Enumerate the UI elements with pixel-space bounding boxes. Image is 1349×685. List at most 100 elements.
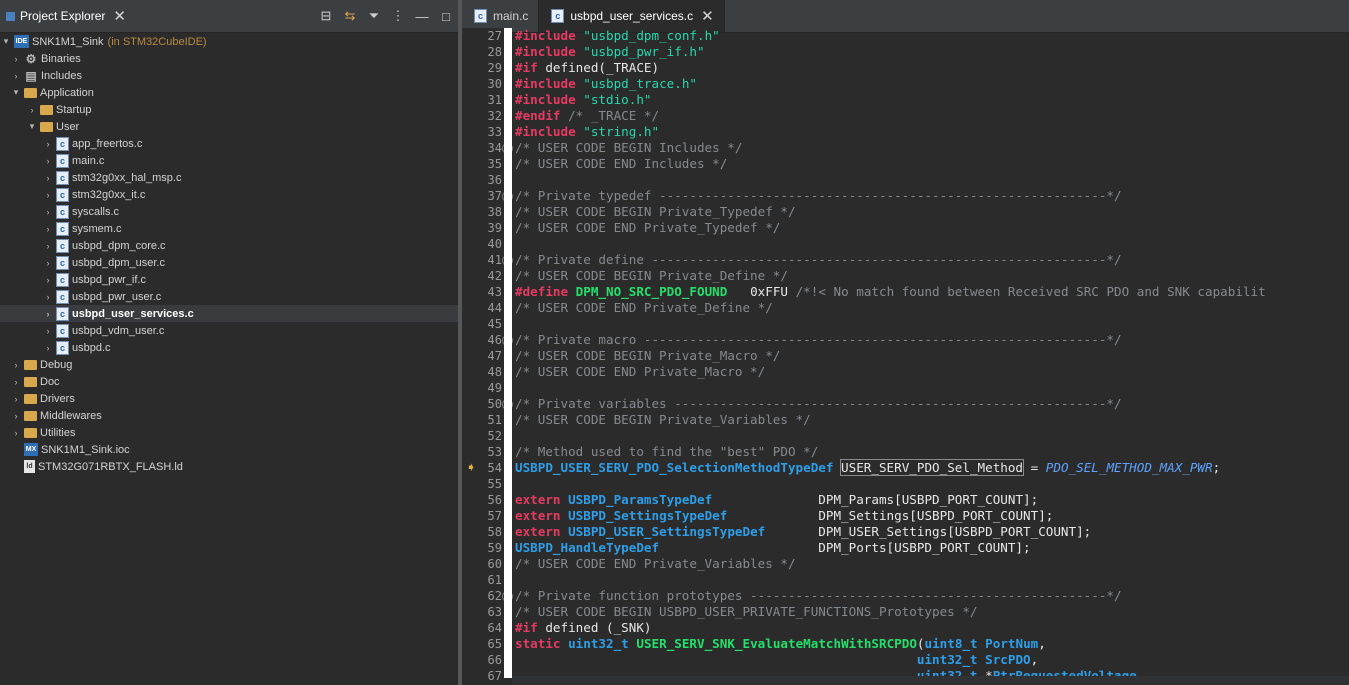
- tree-item-file[interactable]: › c usbpd_pwr_if.c: [0, 271, 458, 288]
- tree-item-label: SNK1M1_Sink: [32, 35, 104, 48]
- chevron-right-icon[interactable]: ›: [10, 428, 22, 438]
- chevron-right-icon[interactable]: ›: [42, 309, 54, 319]
- collapse-all-icon[interactable]: ⊟: [318, 8, 334, 24]
- horizontal-scrollbar[interactable]: [512, 676, 1349, 685]
- chevron-right-icon[interactable]: ›: [42, 139, 54, 149]
- code-line: /* USER CODE END Includes */: [515, 156, 1349, 172]
- tree-item-file[interactable]: › c usbpd_vdm_user.c: [0, 322, 458, 339]
- link-editor-icon[interactable]: ⇆: [342, 8, 358, 24]
- close-icon[interactable]: ✕: [701, 7, 714, 25]
- c-file-icon: c: [56, 306, 69, 321]
- line-number: 57: [487, 509, 502, 523]
- code-token: /* USER CODE BEGIN Includes */: [515, 140, 743, 155]
- line-number: 67: [487, 669, 502, 683]
- filter-icon[interactable]: ⏷: [366, 8, 382, 24]
- line-number: 66: [487, 653, 502, 667]
- code-token: ,: [1038, 636, 1046, 651]
- tree-item-file[interactable]: › c usbpd_pwr_user.c: [0, 288, 458, 305]
- chevron-right-icon[interactable]: ›: [42, 292, 54, 302]
- chevron-right-icon[interactable]: ›: [42, 156, 54, 166]
- chevron-right-icon[interactable]: ›: [42, 241, 54, 251]
- line-number: 61: [487, 573, 502, 587]
- line-number: 60: [487, 557, 502, 571]
- tree-item-file[interactable]: › c usbpd_dpm_core.c: [0, 237, 458, 254]
- chevron-down-icon[interactable]: ▾: [0, 36, 12, 47]
- tree-item-file[interactable]: › c usbpd.c: [0, 339, 458, 356]
- tree-item-label: Application: [40, 86, 94, 99]
- minimize-icon[interactable]: —: [414, 8, 430, 24]
- chevron-right-icon[interactable]: ›: [10, 54, 22, 64]
- code-token: #if: [515, 60, 538, 75]
- chevron-right-icon[interactable]: ›: [42, 343, 54, 353]
- tree-item-doc[interactable]: › Doc: [0, 373, 458, 390]
- chevron-right-icon[interactable]: ›: [42, 207, 54, 217]
- tree-item-debug[interactable]: › Debug: [0, 356, 458, 373]
- includes-icon: ▤: [25, 68, 37, 83]
- code-line: /* USER CODE BEGIN USBPD_USER_PRIVATE_FU…: [515, 604, 1349, 620]
- code-area[interactable]: #include "usbpd_dpm_conf.h" #include "usb…: [515, 28, 1349, 678]
- tree-item-file[interactable]: › c app_freertos.c: [0, 135, 458, 152]
- tree-item-file[interactable]: › c sysmem.c: [0, 220, 458, 237]
- chevron-right-icon[interactable]: ›: [26, 105, 38, 115]
- chevron-down-icon[interactable]: ▾: [10, 87, 22, 98]
- chevron-right-icon[interactable]: ›: [42, 190, 54, 200]
- tree-item-file[interactable]: › c stm32g0xx_it.c: [0, 186, 458, 203]
- chevron-right-icon[interactable]: ›: [42, 326, 54, 336]
- code-line: #endif /* _TRACE */: [515, 108, 1349, 124]
- tree-item-drivers[interactable]: › Drivers: [0, 390, 458, 407]
- tree-item-file[interactable]: › c stm32g0xx_hal_msp.c: [0, 169, 458, 186]
- tree-item-utilities[interactable]: › Utilities: [0, 424, 458, 441]
- c-file-icon: c: [551, 9, 565, 23]
- c-file-icon: c: [56, 323, 69, 338]
- tree-item-includes[interactable]: › ▤ Includes: [0, 67, 458, 84]
- tree-item-file[interactable]: › c main.c: [0, 152, 458, 169]
- tree-item-project[interactable]: ▾ IDE SNK1M1_Sink (in STM32CubeIDE): [0, 33, 458, 50]
- tree-item-file-selected[interactable]: › c usbpd_user_services.c: [0, 305, 458, 322]
- tree-item-file[interactable]: › c syscalls.c: [0, 203, 458, 220]
- code-line: #include "usbpd_dpm_conf.h": [515, 28, 1349, 44]
- code-token: USER_SERV_PDO_Sel_Method: [840, 459, 1025, 476]
- line-number: 55: [487, 477, 502, 491]
- chevron-down-icon[interactable]: ▾: [26, 121, 38, 132]
- line-number: 40: [487, 237, 502, 251]
- code-line: #define DPM_NO_SRC_PDO_FOUND 0xFFU /*!< …: [515, 284, 1349, 300]
- chevron-right-icon[interactable]: ›: [10, 360, 22, 370]
- tree-item-ioc[interactable]: MX SNK1M1_Sink.ioc: [0, 441, 458, 458]
- close-icon[interactable]: ✕: [113, 7, 126, 25]
- code-line: extern USBPD_USER_SettingsTypeDef DPM_US…: [515, 524, 1349, 540]
- code-line: /* USER CODE BEGIN Private_Variables */: [515, 412, 1349, 428]
- code-token: #include: [515, 124, 576, 139]
- maximize-icon[interactable]: □: [438, 8, 454, 24]
- tree-item-application[interactable]: ▾ Application: [0, 84, 458, 101]
- chevron-right-icon[interactable]: ›: [10, 71, 22, 81]
- linker-file-icon: ld: [24, 460, 35, 473]
- chevron-right-icon[interactable]: ›: [42, 224, 54, 234]
- code-token: SrcPDO: [985, 652, 1031, 667]
- line-number: 30: [487, 77, 502, 91]
- tree-item-ld[interactable]: ld STM32G071RBTX_FLASH.ld: [0, 458, 458, 475]
- view-menu-icon[interactable]: ⋮: [390, 8, 406, 24]
- code-token: /* USER CODE BEGIN Private_Typedef */: [515, 204, 796, 219]
- tree-item-startup[interactable]: › Startup: [0, 101, 458, 118]
- tree-item-file[interactable]: › c usbpd_dpm_user.c: [0, 254, 458, 271]
- tree-item-user[interactable]: ▾ User: [0, 118, 458, 135]
- chevron-right-icon[interactable]: ›: [10, 377, 22, 387]
- explorer-tab[interactable]: Project Explorer ✕: [0, 0, 132, 32]
- chevron-right-icon[interactable]: ›: [10, 394, 22, 404]
- chevron-right-icon[interactable]: ›: [42, 275, 54, 285]
- chevron-right-icon[interactable]: ›: [42, 258, 54, 268]
- code-token: ,: [1030, 652, 1039, 667]
- tree-item-middlewares[interactable]: › Middlewares: [0, 407, 458, 424]
- explorer-title: Project Explorer: [20, 9, 106, 23]
- line-number: 52: [487, 429, 502, 443]
- chevron-right-icon[interactable]: ›: [10, 411, 22, 421]
- code-token: "string.h": [583, 124, 660, 139]
- chevron-right-icon[interactable]: ›: [42, 173, 54, 183]
- tree-item-binaries[interactable]: › ⚙ Binaries: [0, 50, 458, 67]
- line-number: 28: [487, 45, 502, 59]
- line-number: 65: [487, 637, 502, 651]
